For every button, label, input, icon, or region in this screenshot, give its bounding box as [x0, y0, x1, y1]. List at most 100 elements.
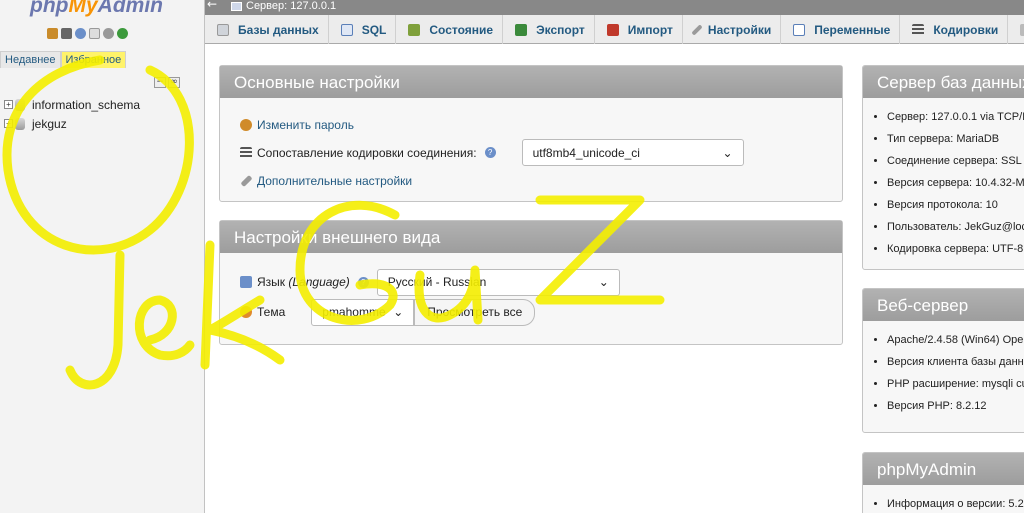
panel-title: phpMyAdmin: [863, 453, 1024, 485]
change-password-row: Изменить пароль: [240, 112, 822, 137]
tab-settings[interactable]: Настройки: [683, 15, 782, 44]
collation-select[interactable]: utf8mb4_unicode_ci ⌄: [521, 139, 744, 166]
tab-sql[interactable]: SQL: [329, 15, 397, 44]
collation-row: Сопоставление кодировки соединения: ? ut…: [240, 137, 822, 168]
language-icon: [240, 276, 252, 288]
engines-icon: [1020, 23, 1024, 36]
list-item: Версия PHP: 8.2.12: [887, 395, 1024, 417]
reload-icon[interactable]: [117, 28, 128, 39]
import-icon: [606, 23, 619, 36]
theme-row: Тема pmahomme ⌄ Просмотреть все: [240, 297, 822, 327]
list-item: Версия сервера: 10.4.32-MariaDB: [887, 172, 1024, 194]
home-icon[interactable]: [47, 28, 58, 39]
list-item: Версия протокола: 10: [887, 194, 1024, 216]
logout-icon[interactable]: [61, 28, 72, 39]
back-arrow-icon[interactable]: ←: [207, 0, 217, 11]
panel-title: Веб-сервер: [863, 289, 1024, 321]
docs-icon[interactable]: [89, 28, 100, 39]
tab-status[interactable]: Состояние: [396, 15, 504, 44]
collapse-all-icon[interactable]: −: [154, 77, 166, 88]
tab-variables[interactable]: Переменные: [781, 15, 901, 44]
theme-label: Тема: [257, 305, 286, 319]
expand-icon[interactable]: +: [4, 119, 13, 128]
sql-icon: [340, 23, 353, 36]
phpmyadmin-info: Информация о версии: 5.2.1: [863, 485, 1024, 513]
gear-icon[interactable]: [103, 28, 114, 39]
language-select[interactable]: Русский - Russian ⌄: [376, 268, 620, 296]
wrench-icon: [691, 23, 703, 36]
tab-label: Экспорт: [536, 22, 585, 37]
more-settings-row: Дополнительные настройки: [240, 168, 822, 193]
tab-label: Кодировки: [933, 22, 999, 37]
database-tree: + information_schema + jekguz: [4, 95, 140, 133]
logo-part: Admin: [97, 0, 163, 17]
variables-icon: [793, 23, 806, 36]
breadcrumb-bar: ← Сервер: 127.0.0.1: [205, 0, 1024, 15]
list-item: Информация о версии: 5.2.1: [887, 493, 1024, 513]
change-password-link[interactable]: Изменить пароль: [257, 118, 354, 132]
phpmyadmin-logo[interactable]: phpMyAdmin: [30, 0, 163, 18]
database-name[interactable]: jekguz: [32, 117, 67, 131]
logo-part: My: [68, 0, 98, 17]
logo-part: php: [30, 0, 69, 17]
panel-title: Сервер баз данных: [863, 66, 1024, 98]
theme-icon: [240, 306, 252, 318]
server-icon: [231, 1, 242, 11]
tab-import[interactable]: Импорт: [595, 15, 683, 44]
tab-label: SQL: [361, 22, 387, 37]
link-with-main-icon[interactable]: ∞: [168, 77, 180, 88]
breadcrumb-server[interactable]: Сервер: 127.0.0.1: [246, 0, 336, 12]
list-item: PHP расширение: mysqli curl mbstring: [887, 373, 1024, 395]
more-settings-link[interactable]: Дополнительные настройки: [257, 174, 412, 188]
tree-item-information-schema[interactable]: + information_schema: [4, 95, 140, 114]
view-all-themes-button[interactable]: Просмотреть все: [414, 298, 536, 326]
tab-label: Базы данных: [238, 22, 319, 37]
tab-engines[interactable]: Т: [1008, 15, 1024, 44]
expand-icon[interactable]: +: [4, 100, 13, 109]
tab-label: Переменные: [814, 22, 891, 37]
language-label: Язык: [257, 275, 286, 289]
database-server-info: Сервер: 127.0.0.1 via TCP/IP Тип сервера…: [863, 98, 1024, 260]
phpmyadmin-panel: phpMyAdmin Информация о версии: 5.2.1: [862, 452, 1024, 513]
tab-recent[interactable]: Недавнее: [0, 51, 61, 68]
list-item: Тип сервера: MariaDB: [887, 128, 1024, 150]
key-icon: [240, 118, 252, 131]
help-icon[interactable]: ?: [484, 147, 496, 158]
collation-value: utf8mb4_unicode_ci: [532, 145, 640, 160]
tab-label: Состояние: [429, 22, 494, 37]
wrench-icon: [240, 174, 253, 187]
list-item: Apache/2.4.58 (Win64) OpenSSL/3.1.3 PHP/…: [887, 329, 1024, 351]
charset-icon: [912, 23, 925, 36]
list-item: Сервер: 127.0.0.1 via TCP/IP: [887, 106, 1024, 128]
tab-export[interactable]: Экспорт: [503, 15, 595, 44]
panel-title: Основные настройки: [220, 66, 842, 98]
language-value: Русский - Russian: [387, 275, 487, 289]
web-server-panel: Веб-сервер Apache/2.4.58 (Win64) OpenSSL…: [862, 288, 1024, 433]
help-icon[interactable]: [75, 28, 86, 39]
charset-icon: [240, 146, 252, 159]
status-icon: [408, 23, 421, 36]
tab-charsets[interactable]: Кодировки: [900, 15, 1009, 44]
navigation-panel: phpMyAdmin Недавнее Избранное − ∞ + info…: [0, 0, 205, 513]
tab-favorites[interactable]: Избранное: [60, 51, 127, 68]
export-icon: [515, 23, 528, 36]
nav-tabs: Недавнее Избранное: [0, 51, 127, 68]
breadcrumb[interactable]: Сервер: 127.0.0.1: [231, 0, 336, 12]
tree-item-jekguz[interactable]: + jekguz: [4, 114, 140, 133]
main-menu: Базы данных SQL Состояние Экспорт Импорт…: [205, 15, 1024, 44]
database-icon: [217, 23, 229, 36]
collation-label: Сопоставление кодировки соединения:: [257, 145, 477, 160]
list-item: Версия клиента базы данных: libmysql: [887, 351, 1024, 373]
help-icon[interactable]: ?: [357, 276, 369, 288]
theme-select[interactable]: pmahomme ⌄: [311, 298, 415, 326]
nav-icons: [47, 28, 128, 39]
tab-databases[interactable]: Базы данных: [205, 15, 329, 44]
appearance-settings-panel: Настройки внешнего вида Язык (Language) …: [219, 220, 843, 345]
tree-controls: − ∞: [154, 77, 180, 88]
web-server-info: Apache/2.4.58 (Win64) OpenSSL/3.1.3 PHP/…: [863, 321, 1024, 417]
database-icon: [15, 117, 25, 130]
database-name[interactable]: information_schema: [32, 98, 140, 112]
chevron-down-icon: ⌄: [393, 305, 404, 319]
database-server-panel: Сервер баз данных Сервер: 127.0.0.1 via …: [862, 65, 1024, 270]
tab-label: Импорт: [627, 22, 673, 37]
